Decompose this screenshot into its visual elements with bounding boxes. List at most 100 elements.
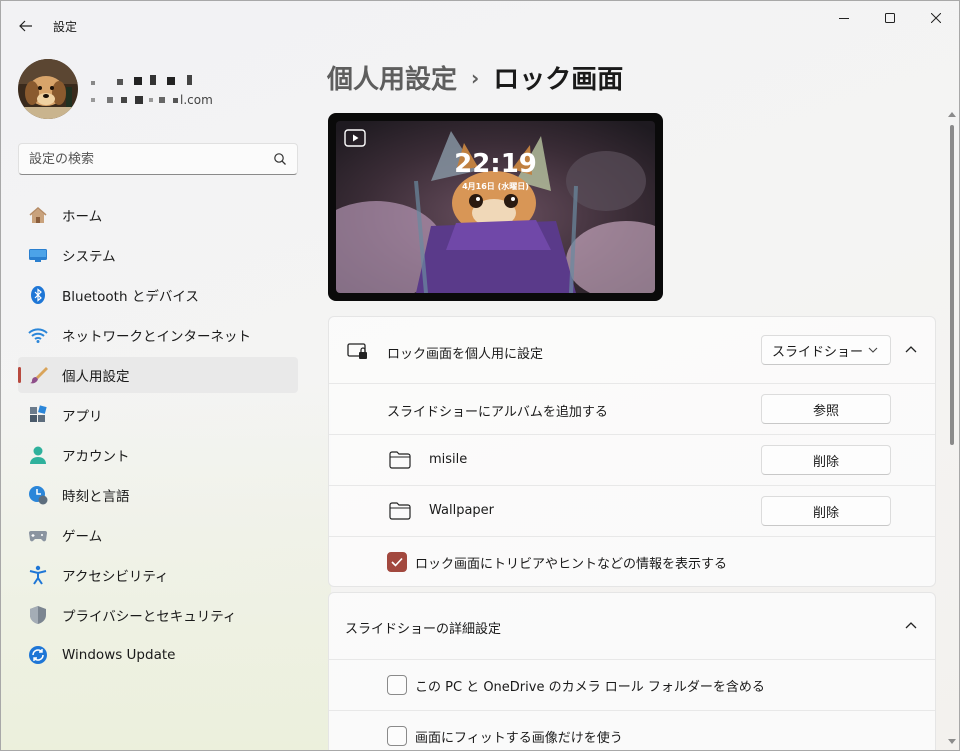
slideshow-card-collapse-button[interactable] [896,611,926,641]
sidebar-item-gaming[interactable]: ゲーム [18,517,298,553]
user-name-redacted [91,73,193,85]
trivia-row: ロック画面にトリビアやヒントなどの情報を表示する [329,537,935,586]
maximize-icon [885,13,895,23]
lock-screen-mode-select[interactable]: スライドショー [761,335,891,365]
sidebar-item-label: ネットワークとインターネット [62,329,251,345]
app-title: 設定 [53,20,78,34]
back-button[interactable] [11,11,41,41]
scrollbar-thumb[interactable] [950,125,954,445]
slideshow-play-icon [344,129,366,147]
sidebar-item-home[interactable]: ホーム [18,197,298,233]
sidebar-item-apps[interactable]: アプリ [18,397,298,433]
network-icon [28,325,48,345]
sidebar-item-label: ホーム [62,209,103,225]
sidebar-item-privacy[interactable]: プライバシーとセキュリティ [18,597,298,633]
add-album-label: スライドショーにアルバムを追加する [387,405,608,420]
sidebar-item-label: アプリ [62,409,103,425]
slideshow-settings-card: スライドショーの詳細設定 この PC と OneDrive のカメラ ロール フ… [328,592,936,750]
lock-screen-personalize-label: ロック画面を個人用に設定 [387,347,544,362]
time-language-icon [28,485,48,505]
settings-window: 設定 l.com 設定の検索 ホーム システム Bluetooth とデバイス … [0,0,960,751]
sidebar-item-label: アカウント [62,449,130,465]
account-icon [28,445,48,465]
album-row: misile 削除 [329,435,935,486]
lock-screen-personalize-row: ロック画面を個人用に設定 スライドショー [329,317,935,384]
update-icon [28,645,48,665]
slideshow-settings-header[interactable]: スライドショーの詳細設定 [329,593,935,660]
slideshow-option-row: 画面にフィットする画像だけを使う [329,711,935,750]
trivia-checkbox[interactable] [387,552,407,572]
fit-screen-only-checkbox[interactable] [387,726,407,746]
apps-icon [28,405,48,425]
chevron-down-icon [868,347,878,353]
brush-icon [28,365,48,385]
folder-icon [389,502,411,520]
album-name: Wallpaper [429,503,495,518]
user-email: l.com [91,93,213,107]
slideshow-option-row: この PC と OneDrive のカメラ ロール フォルダーを含める [329,660,935,711]
search-input[interactable] [19,144,259,174]
include-camera-roll-checkbox[interactable] [387,675,407,695]
sidebar-item-personalization[interactable]: 個人用設定 [18,357,298,393]
sidebar-item-label: Windows Update [62,647,176,663]
folder-icon [389,451,411,469]
lock-screen-mode-value: スライドショー [772,344,864,360]
sidebar-nav: ホーム システム Bluetooth とデバイス ネットワークとインターネット … [18,197,298,677]
preview-time: 22:19 [454,149,537,179]
minimize-icon [839,18,849,19]
close-icon [931,13,941,23]
lock-screen-card: ロック画面を個人用に設定 スライドショー スライドショーにアルバムを追加する 参… [328,316,936,587]
gamepad-icon [28,525,48,545]
sidebar-item-time-language[interactable]: 時刻と言語 [18,477,298,513]
remove-album-button[interactable]: 削除 [761,445,891,475]
search-box[interactable] [18,143,298,175]
accessibility-icon [28,565,48,585]
breadcrumb-parent[interactable]: 個人用設定 [327,59,457,96]
bluetooth-icon [28,285,48,305]
maximize-button[interactable] [867,1,913,35]
user-email-suffix: l.com [180,93,213,107]
search-icon[interactable] [273,152,287,166]
home-icon [28,205,48,225]
sidebar-item-accounts[interactable]: アカウント [18,437,298,473]
slideshow-settings-title: スライドショーの詳細設定 [345,622,502,637]
album-row: Wallpaper 削除 [329,486,935,537]
preview-date: 4月16日 (水曜日) [462,182,529,191]
lock-screen-preview: 22:19 4月16日 (水曜日) [328,113,663,301]
breadcrumb: 個人用設定 › ロック画面 [327,59,623,96]
checkmark-icon [391,557,403,567]
avatar[interactable] [18,59,78,119]
fit-screen-only-label: 画面にフィットする画像だけを使う [415,731,623,746]
sidebar-item-windows-update[interactable]: Windows Update [18,637,298,673]
sidebar-item-system[interactable]: システム [18,237,298,273]
sidebar-item-label: システム [62,249,116,265]
sidebar-item-network[interactable]: ネットワークとインターネット [18,317,298,353]
chevron-up-icon [905,346,917,353]
preview-cat-image [336,121,655,293]
minimize-button[interactable] [821,1,867,35]
lock-card-collapse-button[interactable] [896,335,926,365]
page-title: ロック画面 [493,65,624,95]
trivia-label: ロック画面にトリビアやヒントなどの情報を表示する [415,557,728,572]
shield-icon [28,605,48,625]
add-album-row: スライドショーにアルバムを追加する 参照 [329,384,935,435]
sidebar-item-label: アクセシビリティ [62,569,169,585]
remove-album-button[interactable]: 削除 [761,496,891,526]
sidebar-item-accessibility[interactable]: アクセシビリティ [18,557,298,593]
avatar-dog-image [18,59,78,119]
browse-button[interactable]: 参照 [761,394,891,424]
sidebar-item-bluetooth[interactable]: Bluetooth とデバイス [18,277,298,313]
lock-screen-icon [347,343,367,359]
include-camera-roll-label: この PC と OneDrive のカメラ ロール フォルダーを含める [415,680,765,695]
scroll-down-arrow-icon[interactable] [948,739,956,745]
scroll-up-arrow-icon[interactable] [948,111,956,117]
preview-screen: 22:19 4月16日 (水曜日) [336,121,655,293]
close-button[interactable] [913,1,959,35]
breadcrumb-separator: › [471,65,480,90]
sidebar-item-label: 個人用設定 [62,369,130,385]
sidebar-item-label: ゲーム [62,529,103,545]
chevron-up-icon [905,622,917,629]
system-icon [28,245,48,265]
sidebar-item-label: 時刻と言語 [62,489,130,505]
back-arrow-icon [19,20,32,32]
